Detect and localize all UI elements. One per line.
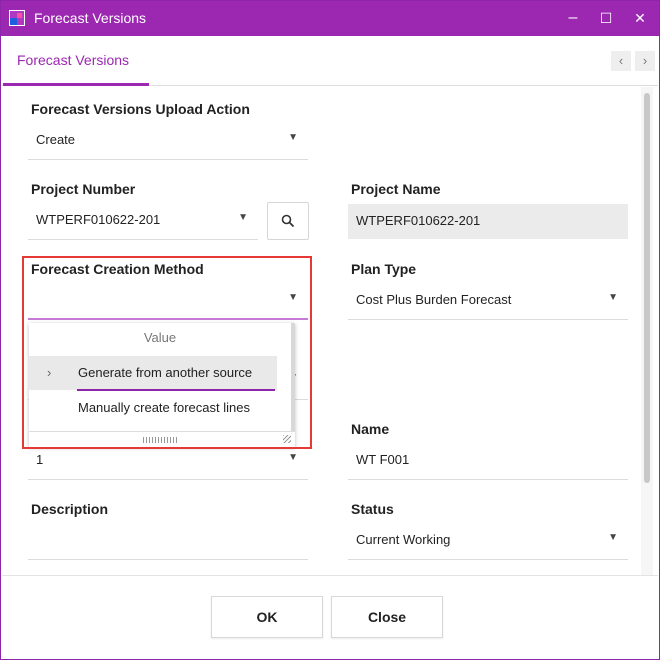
plan-type-select[interactable]: Cost Plus Burden Forecast ▼ <box>348 280 628 320</box>
project-number-label: Project Number <box>31 181 136 197</box>
name-label: Name <box>351 421 390 437</box>
form-scrollbar-thumb[interactable] <box>644 93 650 483</box>
forecast-versions-window: Forecast Versions – ☐ ✕ Forecast Version… <box>0 0 660 660</box>
description-label: Description <box>31 501 109 517</box>
window-title: Forecast Versions <box>34 10 147 26</box>
name-input[interactable]: WT F001 <box>348 440 628 480</box>
app-icon <box>9 10 25 26</box>
project-search-button[interactable] <box>267 202 309 240</box>
status-select[interactable]: Current Working ▼ <box>348 520 628 560</box>
chevron-down-icon: ▼ <box>288 452 298 463</box>
plan-type-value: Cost Plus Burden Forecast <box>356 292 512 307</box>
description-input[interactable] <box>28 520 308 560</box>
plan-type-label: Plan Type <box>351 261 417 277</box>
ok-button[interactable]: OK <box>211 596 323 638</box>
status-value: Current Working <box>356 532 451 547</box>
upload-action-select[interactable]: Create ▼ <box>28 120 308 160</box>
dialog-footer <box>2 575 658 659</box>
close-window-button[interactable]: ✕ <box>629 7 651 29</box>
highlight-box <box>22 256 312 449</box>
search-icon <box>281 214 295 228</box>
close-button[interactable]: Close <box>331 596 443 638</box>
tab-prev-icon[interactable]: ‹ <box>611 51 631 71</box>
chevron-down-icon: ▼ <box>238 212 248 223</box>
project-name-field: WTPERF010622-201 <box>348 204 628 239</box>
tab-next-icon[interactable]: › <box>635 51 655 71</box>
tab-bar: Forecast Versions ‹ › <box>2 36 658 86</box>
minimize-button[interactable]: – <box>562 7 584 29</box>
chevron-down-icon: ▼ <box>608 532 618 543</box>
project-number-value: WTPERF010622-201 <box>36 212 161 227</box>
upload-action-value: Create <box>36 132 76 147</box>
status-label: Status <box>351 501 394 517</box>
title-bar[interactable]: Forecast Versions – ☐ ✕ <box>1 1 659 36</box>
project-name-label: Project Name <box>351 181 441 197</box>
project-name-value: WTPERF010622-201 <box>356 213 481 228</box>
version-number-value: 1 <box>36 452 44 467</box>
upload-action-label: Forecast Versions Upload Action <box>31 101 250 117</box>
project-number-select[interactable]: WTPERF010622-201 ▼ <box>28 200 258 240</box>
maximize-button[interactable]: ☐ <box>595 7 617 29</box>
tab-forecast-versions[interactable]: Forecast Versions <box>2 36 148 86</box>
chevron-down-icon: ▼ <box>288 132 298 143</box>
chevron-down-icon: ▼ <box>608 292 618 303</box>
name-value: WT F001 <box>356 452 410 467</box>
active-tab-indicator <box>3 83 149 86</box>
